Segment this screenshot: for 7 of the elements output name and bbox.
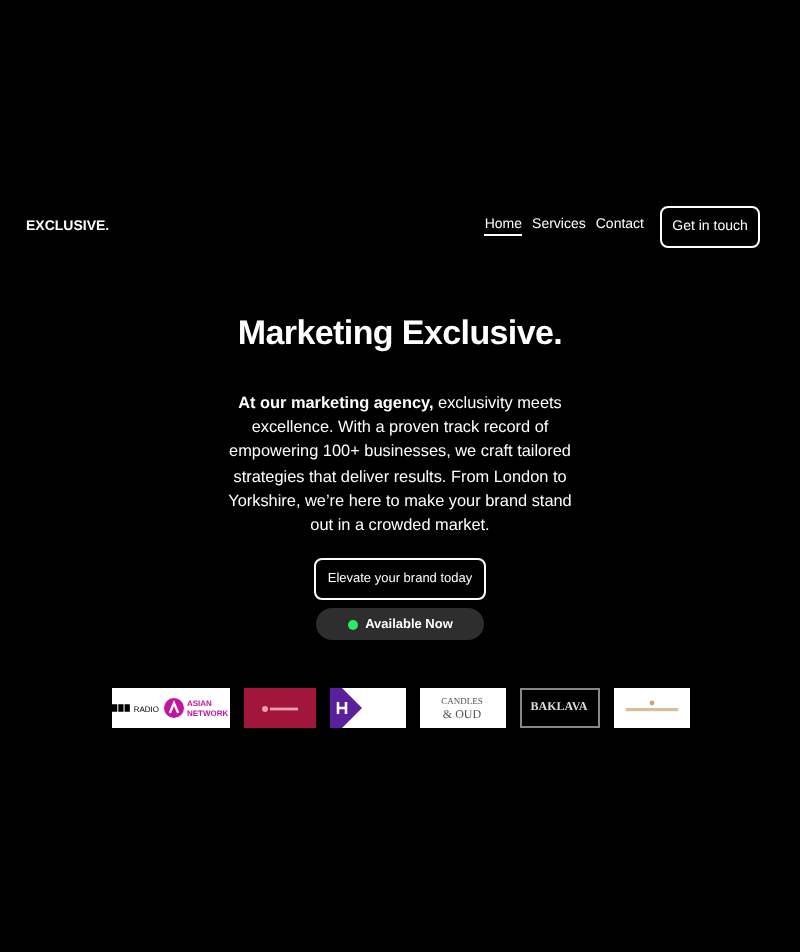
- circle-icon: [163, 698, 183, 719]
- blocks-icon: [111, 704, 130, 713]
- hero-title: Marketing Exclusive.: [237, 314, 563, 354]
- status-dot-icon: [347, 619, 358, 630]
- ornament-icon: [625, 700, 677, 717]
- emblem-icon: [261, 705, 297, 712]
- hero-paragraph: At our marketing agency, exclusivity meets excellence. With a proven track record of empowering 100+ businesses, we craft tailored strategies that deliver results. From London to Yorkshire, we’re here to make your brand stand out in a crowded market.: [226, 392, 574, 539]
